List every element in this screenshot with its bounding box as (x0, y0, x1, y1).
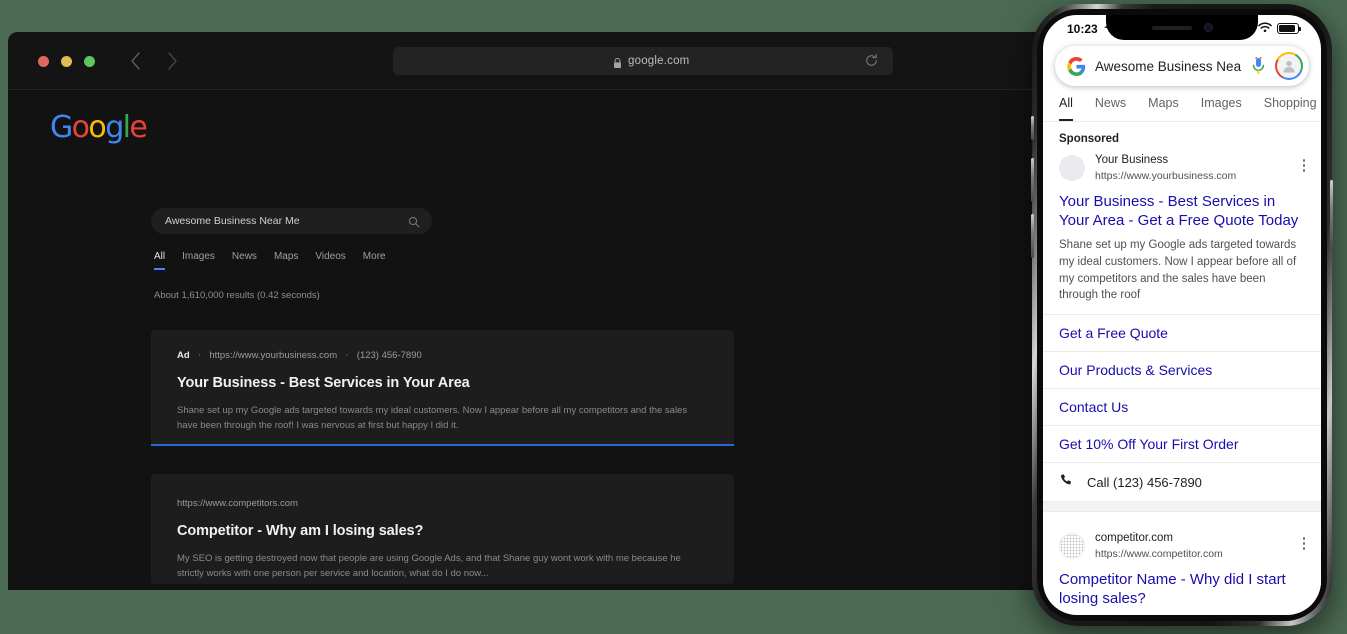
logo-letter: o (88, 110, 106, 145)
ad-meta-row: Ad · https://www.yourbusiness.com · (123… (177, 349, 708, 362)
organic-source-url: https://www.competitor.com (1095, 547, 1223, 560)
ad-url[interactable]: https://www.yourbusiness.com (209, 350, 337, 361)
volume-up-button[interactable] (1031, 158, 1034, 202)
ad-source-text: Your Business https://www.yourbusiness.c… (1095, 153, 1236, 183)
call-business-button[interactable]: Call (123) 456-7890 (1043, 462, 1321, 501)
front-camera-icon (1203, 23, 1213, 32)
status-time: 10:23 (1067, 21, 1098, 36)
result-stats: About 1,610,000 results (0.42 seconds) (154, 290, 320, 301)
mobile-ad-title[interactable]: Your Business - Best Services in Your Ar… (1059, 192, 1305, 230)
mobile-ad-result: Sponsored Your Business https://www.your… (1043, 122, 1321, 304)
mobile-organic-title[interactable]: Competitor Name - Why did I start losing… (1059, 570, 1305, 608)
ad-sitelinks: Get a Free Quote Our Products & Services… (1043, 314, 1321, 501)
logo-letter: g (105, 110, 124, 145)
account-avatar-icon[interactable] (1275, 52, 1303, 80)
mobile-tab-news[interactable]: News (1095, 96, 1126, 121)
meta-separator-icon: · (345, 349, 349, 361)
google-logo: Google (50, 110, 148, 145)
call-label: Call (123) 456-7890 (1087, 474, 1202, 490)
results-divider (1043, 501, 1321, 513)
sitelink-contact-us[interactable]: Contact Us (1043, 388, 1321, 425)
ad-title[interactable]: Your Business - Best Services in Your Ar… (177, 375, 708, 391)
window-controls (38, 56, 95, 67)
organic-url[interactable]: https://www.competitors.com (177, 498, 708, 509)
phone-screen: 10:23 Awesome Business Near... All News … (1043, 15, 1321, 615)
search-query-text: Awesome Business Near Me (165, 215, 300, 227)
logo-letter: e (129, 110, 147, 145)
mobile-tab-shopping[interactable]: Shopping (1264, 96, 1317, 121)
ad-source-row: Your Business https://www.yourbusiness.c… (1059, 153, 1305, 183)
ad-source-name: Your Business (1095, 154, 1169, 166)
logo-letter: G (50, 110, 73, 145)
sitelink-get-a-free-quote[interactable]: Get a Free Quote (1043, 314, 1321, 351)
lock-icon (613, 56, 622, 68)
search-icon[interactable] (408, 215, 420, 228)
reload-icon[interactable] (864, 53, 879, 68)
logo-letter: o (71, 110, 90, 145)
ad-description: Shane set up my Google ads targeted towa… (177, 405, 688, 431)
mobile-results: Sponsored Your Business https://www.your… (1043, 122, 1321, 609)
mobile-ad-description: Shane set up my Google ads targeted towa… (1059, 239, 1297, 302)
sitelink-our-products-services[interactable]: Our Products & Services (1043, 351, 1321, 388)
minimize-window-button[interactable] (61, 56, 72, 67)
kebab-menu-icon[interactable] (1302, 159, 1305, 172)
maximize-window-button[interactable] (84, 56, 95, 67)
wifi-icon (1258, 20, 1272, 38)
close-window-button[interactable] (38, 56, 49, 67)
power-button[interactable] (1330, 180, 1333, 250)
desktop-results-list: Ad · https://www.yourbusiness.com · (123… (151, 330, 734, 584)
back-arrow-icon[interactable] (126, 48, 146, 74)
tab-images[interactable]: Images (182, 251, 215, 270)
mobile-tab-all[interactable]: All (1059, 96, 1073, 121)
forward-arrow-icon[interactable] (162, 48, 182, 74)
meta-separator-icon: · (197, 349, 202, 361)
mobile-search-container: Awesome Business Near... (1043, 42, 1321, 96)
ad-phone[interactable]: (123) 456-7890 (357, 350, 422, 361)
organic-source-text: competitor.com https://www.competitor.co… (1095, 531, 1223, 561)
microphone-icon[interactable] (1251, 54, 1266, 76)
tab-videos[interactable]: Videos (315, 251, 345, 270)
mobile-search-tabs: All News Maps Images Shopping Vi (1043, 96, 1321, 122)
tab-all[interactable]: All (154, 251, 166, 270)
tab-news[interactable]: News (232, 251, 257, 270)
mobile-phone-mockup: 10:23 Awesome Business Near... All News … (1031, 4, 1333, 626)
competitor-favicon (1059, 533, 1085, 560)
mobile-tab-images[interactable]: Images (1201, 96, 1242, 121)
navigation-buttons (126, 48, 182, 74)
earpiece-speaker-icon (1151, 25, 1192, 30)
address-bar-url: google.com (628, 55, 690, 67)
battery-icon (1277, 23, 1302, 34)
organic-description: My SEO is getting destroyed now that peo… (177, 553, 681, 579)
ad-source-url: https://www.yourbusiness.com (1095, 169, 1237, 182)
ad-badge: Ad (177, 350, 190, 361)
organic-source-row: competitor.com https://www.competitor.co… (1059, 531, 1305, 561)
address-bar[interactable]: google.com (393, 47, 893, 75)
tab-maps[interactable]: Maps (274, 251, 298, 270)
phone-notch (1106, 15, 1258, 40)
organic-result-card[interactable]: https://www.competitors.com Competitor -… (151, 474, 734, 584)
mobile-tab-maps[interactable]: Maps (1148, 96, 1179, 121)
mobile-search-query: Awesome Business Near... (1095, 58, 1242, 74)
volume-down-button[interactable] (1031, 214, 1034, 258)
sponsored-label: Sponsored (1059, 133, 1120, 145)
mobile-organic-result: competitor.com https://www.competitor.co… (1043, 512, 1321, 608)
sitelink-get-10-percent-off[interactable]: Get 10% Off Your First Order (1043, 425, 1321, 462)
silent-switch-button[interactable] (1031, 116, 1034, 140)
ad-result-card[interactable]: Ad · https://www.yourbusiness.com · (123… (151, 330, 734, 446)
organic-source-name: competitor.com (1095, 532, 1173, 545)
desktop-search-input[interactable]: Awesome Business Near Me (151, 208, 432, 234)
organic-title[interactable]: Competitor - Why am I losing sales? (177, 523, 708, 539)
tab-more[interactable]: More (363, 251, 386, 270)
screenshot-stage: google.com Google Awesome Business Near … (0, 0, 1347, 634)
phone-icon (1059, 473, 1074, 491)
google-g-icon (1067, 56, 1086, 76)
business-favicon (1059, 154, 1085, 181)
desktop-search-tabs: All Images News Maps Videos More (154, 251, 386, 270)
mobile-search-bar[interactable]: Awesome Business Near... (1055, 46, 1309, 86)
kebab-menu-icon[interactable] (1302, 537, 1305, 550)
